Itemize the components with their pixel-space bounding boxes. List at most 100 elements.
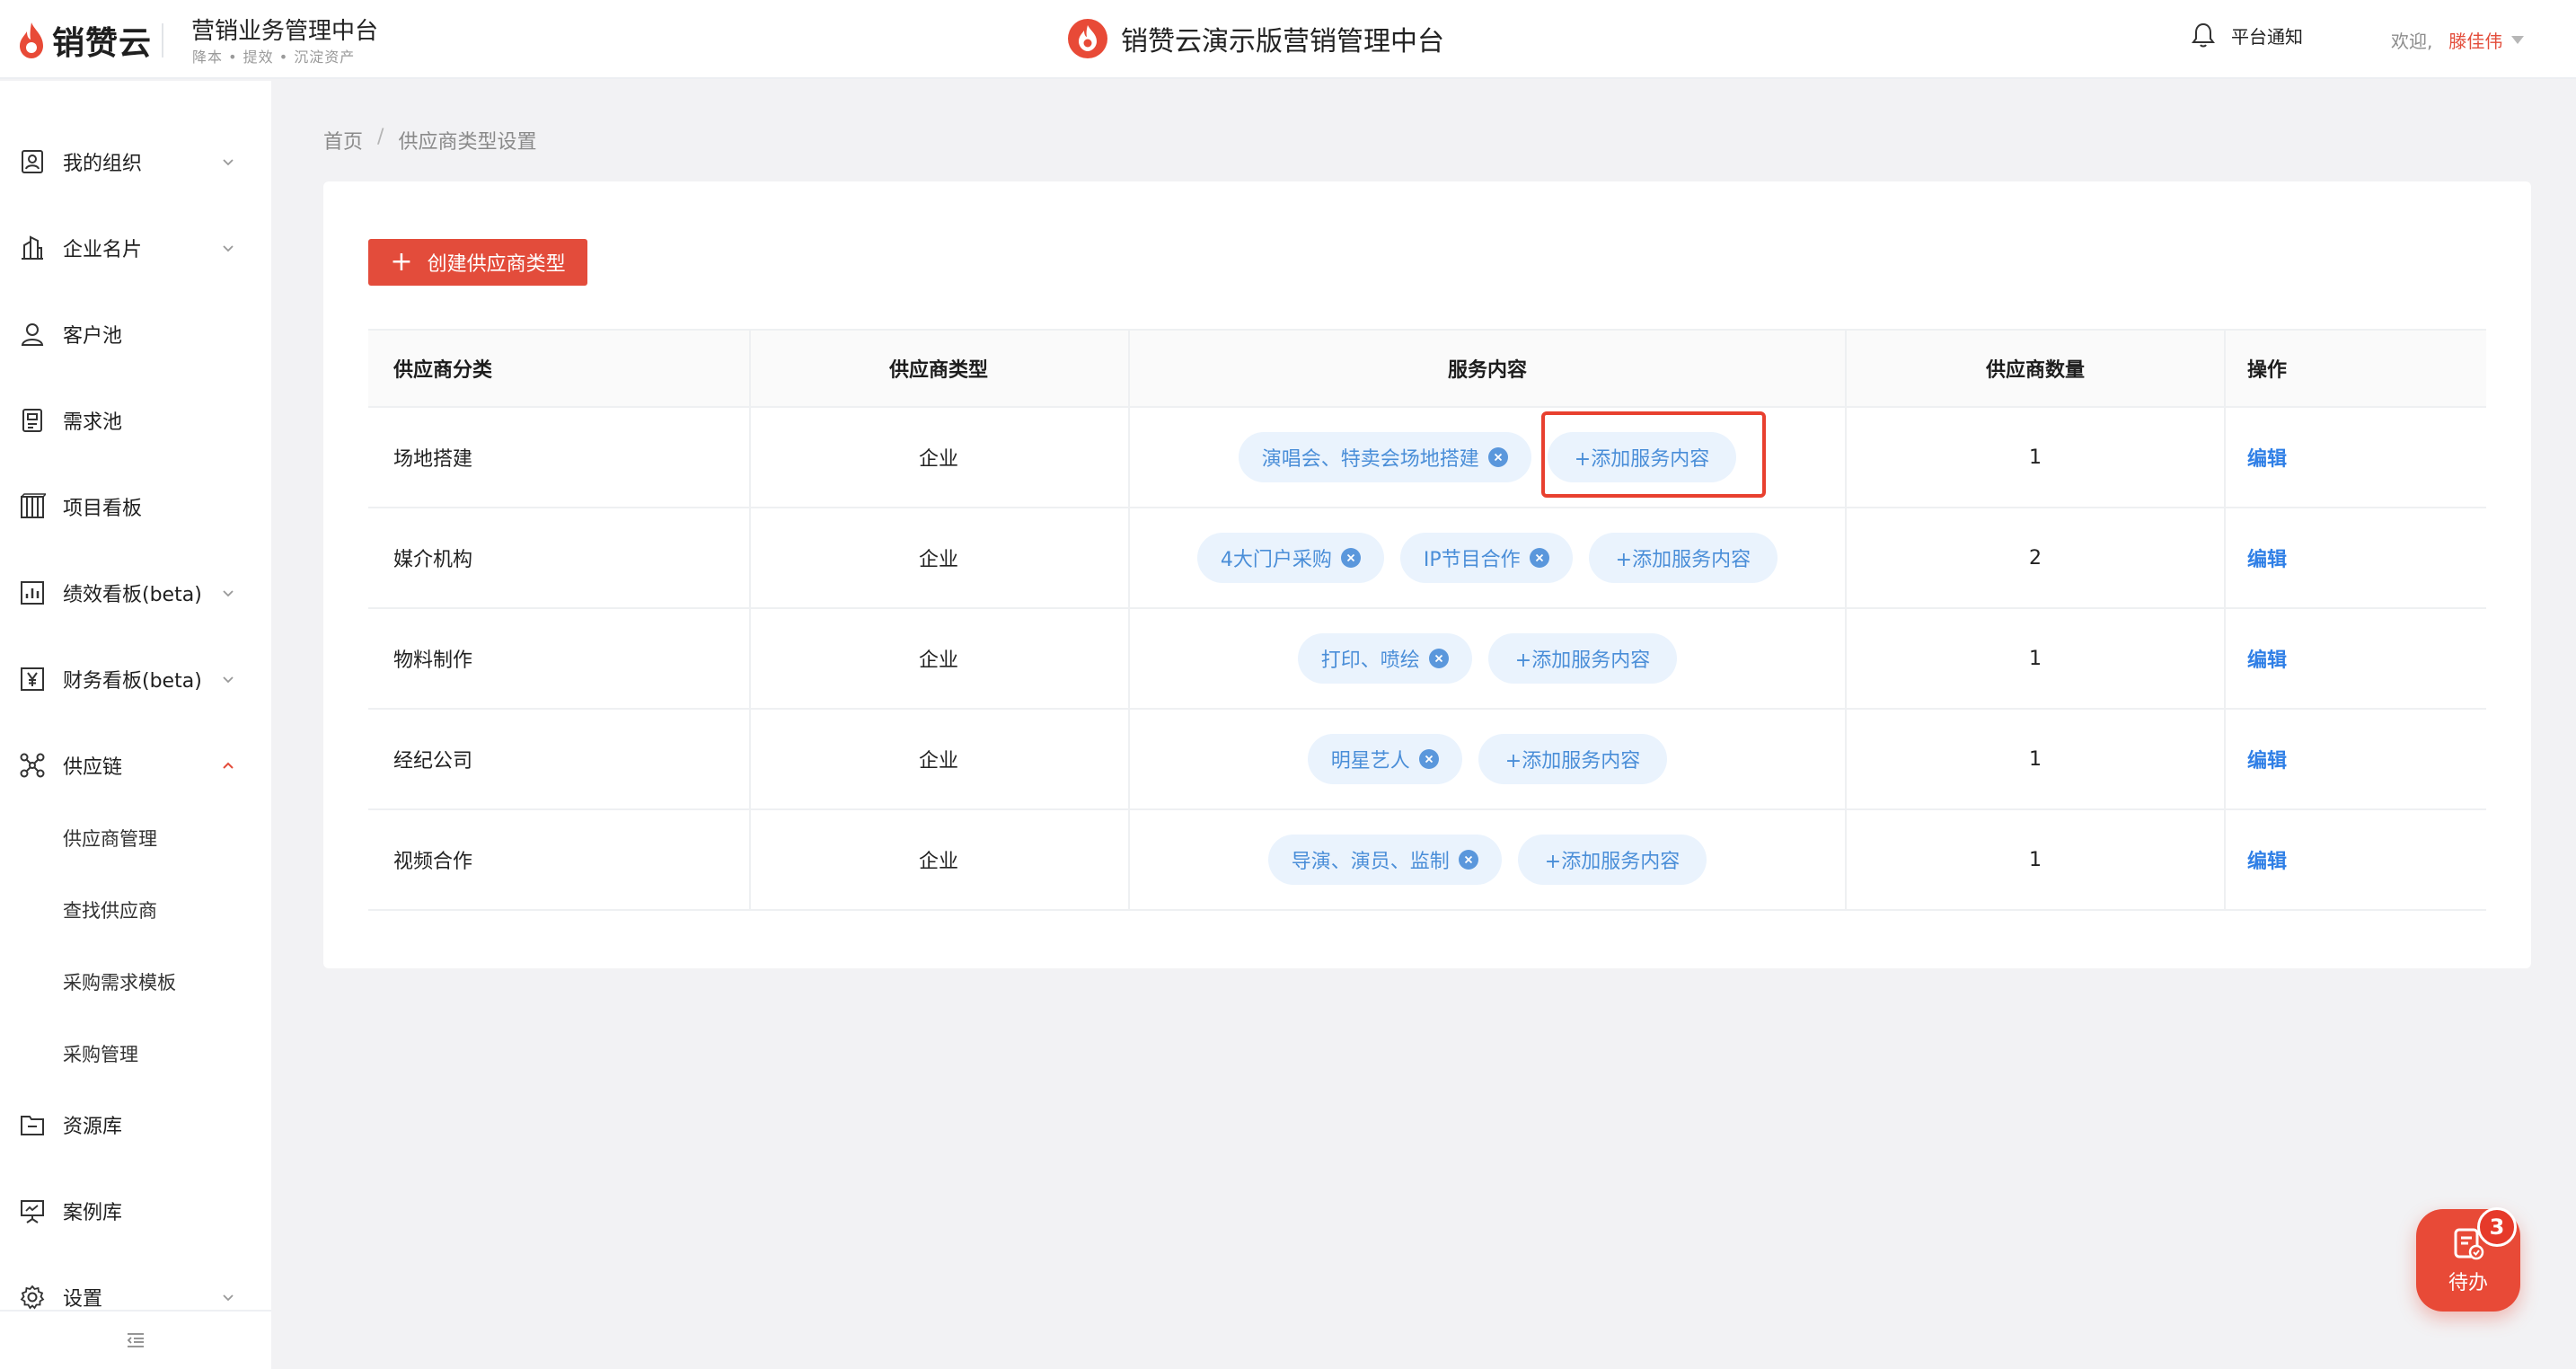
sidebar-item-demand-pool[interactable]: 需求池 xyxy=(0,393,271,447)
action-cell: 编辑 xyxy=(2247,508,2481,607)
sidebar-item-finance-board[interactable]: 财务看板(beta) xyxy=(0,652,271,706)
sidebar-subitem-supplier-management[interactable]: 供应商管理 xyxy=(63,825,157,852)
welcome-label: 欢迎, xyxy=(2391,31,2433,52)
sidebar-subitem-find-supplier[interactable]: 查找供应商 xyxy=(63,896,157,923)
edit-link[interactable]: 编辑 xyxy=(2247,845,2287,874)
sidebar-item-label: 供应链 xyxy=(63,756,123,779)
sidebar-item-label: 资源库 xyxy=(63,1116,123,1138)
platform-notice[interactable]: 平台通知 xyxy=(2192,22,2303,49)
category-cell: 物料制作 xyxy=(393,649,473,672)
sidebar-item-company-card[interactable]: 企业名片 xyxy=(0,221,271,275)
todo-label: 待办 xyxy=(2448,1272,2488,1294)
breadcrumb-home[interactable]: 首页 xyxy=(323,126,363,155)
service-tag-label: 4大门户采购 xyxy=(1220,549,1332,571)
brand-logo-icon xyxy=(1068,19,1107,58)
close-icon[interactable] xyxy=(1340,548,1361,568)
breadcrumb-separator: / xyxy=(377,126,384,148)
notice-label: 平台通知 xyxy=(2231,25,2303,48)
presentation-icon xyxy=(18,1197,47,1225)
close-icon[interactable] xyxy=(1418,749,1439,769)
add-service-button[interactable]: +添加服务内容 xyxy=(1517,835,1707,885)
sidebar-item-customer-pool[interactable]: 客户池 xyxy=(0,307,271,361)
user-icon xyxy=(18,320,47,349)
count-cell: 2 xyxy=(2029,546,2042,570)
action-cell: 编辑 xyxy=(2247,408,2481,507)
table-row: 经纪公司 企业 明星艺人 +添加服务内容 1 编辑 xyxy=(368,710,2486,810)
sidebar-item-label: 绩效看板(beta) xyxy=(63,584,202,606)
org-icon xyxy=(18,147,47,176)
type-cell: 企业 xyxy=(918,851,958,873)
category-cell: 经纪公司 xyxy=(393,750,473,773)
sidebar: 我的组织 企业名片 客户池 需求池 项目看板 绩效看板(beta) 财务看板(b… xyxy=(0,81,271,1369)
service-tag: 演唱会、特卖会场地搭建 xyxy=(1238,432,1531,482)
services-cell: 4大门户采购 IP节目合作 +添加服务内容 xyxy=(1130,508,1845,607)
close-icon[interactable] xyxy=(1529,548,1549,568)
add-service-button[interactable]: +添加服务内容 xyxy=(1588,533,1778,583)
sidebar-item-performance-board[interactable]: 绩效看板(beta) xyxy=(0,566,271,620)
category-cell: 视频合作 xyxy=(393,851,473,873)
edit-link[interactable]: 编辑 xyxy=(2247,443,2287,472)
flame-logo-icon xyxy=(20,22,43,58)
sidebar-item-case-library[interactable]: 案例库 xyxy=(0,1184,271,1238)
logo-text: 销赞云 xyxy=(52,25,153,62)
add-service-button[interactable]: +添加服务内容 xyxy=(1487,633,1678,684)
edit-link[interactable]: 编辑 xyxy=(2247,745,2287,773)
folder-icon xyxy=(18,1110,47,1139)
add-service-button[interactable]: +添加服务内容 xyxy=(1478,734,1668,784)
bar-chart-icon xyxy=(18,579,47,607)
sidebar-item-label: 财务看板(beta) xyxy=(63,670,202,693)
services-cell: 打印、喷绘 +添加服务内容 xyxy=(1130,609,1845,708)
table-row: 物料制作 企业 打印、喷绘 +添加服务内容 1 编辑 xyxy=(368,609,2486,710)
type-cell: 企业 xyxy=(918,448,958,471)
sidebar-subitem-purchase-management[interactable]: 采购管理 xyxy=(63,1040,138,1067)
column-divider xyxy=(2224,710,2226,808)
user-menu[interactable]: 欢迎, 滕佳伟 xyxy=(2391,27,2525,53)
column-divider xyxy=(2224,508,2226,607)
plus-icon: + xyxy=(390,246,413,278)
chevron-down-icon xyxy=(221,586,235,600)
sidebar-subitem-purchase-template[interactable]: 采购需求模板 xyxy=(63,968,176,995)
column-header: 供应商分类 xyxy=(393,359,493,382)
service-tag-label: 明星艺人 xyxy=(1330,750,1410,773)
service-tag: 明星艺人 xyxy=(1307,734,1462,784)
building-icon xyxy=(18,234,47,262)
count-cell: 1 xyxy=(2029,446,2042,469)
chevron-down-icon xyxy=(221,1290,235,1304)
service-tag-label: IP节目合作 xyxy=(1423,549,1521,571)
column-divider xyxy=(2224,331,2226,406)
collapse-menu-icon xyxy=(127,1333,144,1347)
count-cell: 1 xyxy=(2029,848,2042,871)
gear-icon xyxy=(18,1283,47,1312)
bell-icon xyxy=(2192,22,2215,48)
logo[interactable]: 销赞云 xyxy=(16,20,153,62)
chevron-down-icon xyxy=(221,672,235,686)
supplier-type-table: 供应商分类 供应商类型 服务内容 供应商数量 操作 场地搭建 企业 演唱会、特卖… xyxy=(368,329,2486,911)
sidebar-item-my-org[interactable]: 我的组织 xyxy=(0,135,271,189)
sidebar-item-label: 客户池 xyxy=(63,325,123,348)
yen-icon xyxy=(18,665,47,693)
edit-link[interactable]: 编辑 xyxy=(2247,644,2287,673)
sidebar-item-supply-chain[interactable]: 供应链 xyxy=(0,738,271,792)
caret-down-icon xyxy=(2511,36,2525,44)
edit-link[interactable]: 编辑 xyxy=(2247,543,2287,572)
top-header: 销赞云 营销业务管理中台 降本 • 提效 • 沉淀资产 销赞云演示版营销管理中台… xyxy=(0,0,2576,79)
close-icon[interactable] xyxy=(1428,649,1449,668)
close-icon[interactable] xyxy=(1458,850,1478,870)
add-service-button[interactable]: +添加服务内容 xyxy=(1547,432,1737,482)
collapse-sidebar-button[interactable] xyxy=(0,1310,271,1369)
action-cell: 编辑 xyxy=(2247,810,2481,909)
service-tag: IP节目合作 xyxy=(1399,533,1573,583)
network-icon xyxy=(18,751,47,780)
sidebar-item-label: 项目看板 xyxy=(63,498,143,520)
user-name: 滕佳伟 xyxy=(2448,31,2503,52)
sidebar-item-resource-library[interactable]: 资源库 xyxy=(0,1098,271,1152)
sidebar-item-project-board[interactable]: 项目看板 xyxy=(0,480,271,534)
todo-button[interactable]: 待办 3 xyxy=(2416,1207,2520,1312)
service-tag-label: 演唱会、特卖会场地搭建 xyxy=(1261,448,1479,471)
create-supplier-type-button[interactable]: + 创建供应商类型 xyxy=(368,239,587,286)
close-icon[interactable] xyxy=(1487,447,1508,467)
table-header: 供应商分类 供应商类型 服务内容 供应商数量 操作 xyxy=(368,329,2486,408)
todo-count-badge: 3 xyxy=(2477,1207,2517,1247)
board-icon xyxy=(18,492,47,521)
column-header: 操作 xyxy=(2247,359,2288,382)
